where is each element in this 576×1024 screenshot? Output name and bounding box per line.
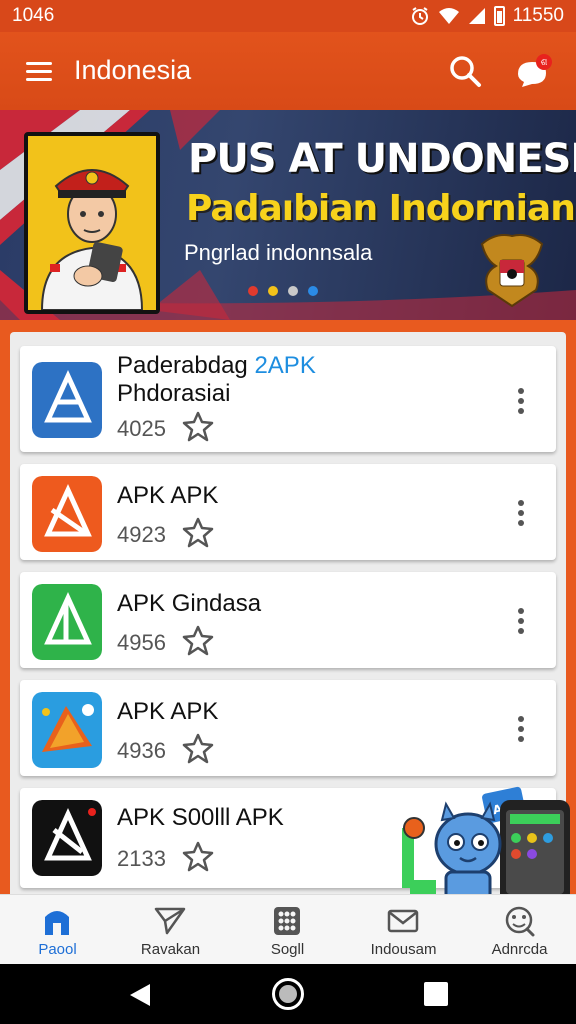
emoji-icon (505, 906, 535, 937)
app-list-item[interactable]: Paderabdag 2APK Phdorasiai 4025 (20, 346, 556, 452)
app-name: APK APK (117, 482, 219, 509)
nav-label: Ravakan (140, 941, 201, 958)
chat-icon[interactable]: ଶ (512, 52, 552, 92)
star-icon[interactable] (182, 840, 214, 872)
app-list-item[interactable]: APK Gindasa 4956 (20, 572, 556, 668)
battery-icon (493, 6, 505, 26)
status-time: 1046 (12, 5, 55, 26)
app-name-accent: 2APK (254, 352, 316, 379)
screen: 1046 11550 Indonesia ଶ PUS AT UNDONESIA … (0, 0, 576, 1024)
star-icon[interactable] (182, 516, 214, 548)
officer-icon (28, 136, 156, 310)
more-options-icon[interactable] (516, 500, 526, 528)
more-options-icon[interactable] (516, 388, 526, 416)
nav-label: Paool (38, 941, 77, 958)
pagination-dot-1[interactable] (248, 286, 258, 296)
star-icon[interactable] (182, 732, 214, 764)
star-icon[interactable] (182, 624, 214, 656)
app-title: Indonesia (74, 55, 192, 85)
more-options-icon[interactable] (516, 608, 526, 636)
pagination-dot-4[interactable] (308, 286, 318, 296)
officer-illustration (24, 132, 160, 314)
banner-pagination[interactable] (248, 286, 318, 296)
nav-label: Sogll (270, 941, 305, 958)
back-icon[interactable] (126, 982, 152, 1008)
banner-caption: Pngrlad indonnsala (184, 240, 373, 265)
app-bar: Indonesia ଶ (0, 32, 576, 110)
app-icon-triangle-blue (32, 362, 102, 438)
app-list-item[interactable]: APK APK 4923 (20, 464, 556, 560)
alarm-icon (411, 7, 428, 25)
nav-item-grid[interactable]: Sogll (230, 895, 345, 965)
recents-icon[interactable] (424, 982, 448, 1006)
app-download-count: 4923 (117, 522, 166, 547)
nav-label: Adnrcda (491, 941, 548, 958)
signal-icon (468, 8, 485, 24)
status-battery-text: 11550 (512, 5, 564, 26)
app-icon-triangle-green (32, 584, 102, 660)
app-name: APK S00lll APK (117, 804, 284, 831)
status-bar: 1046 11550 (0, 0, 576, 32)
garuda-emblem-icon (480, 234, 544, 308)
robot-mascot-illustration: Adltu (402, 786, 570, 904)
pagination-dot-3[interactable] (288, 286, 298, 296)
system-navigation-bar (0, 964, 576, 1024)
grid-icon (274, 907, 300, 935)
nav-item-send[interactable]: Ravakan (113, 895, 228, 965)
banner-title: PUS AT UNDONESIA (188, 136, 576, 182)
search-icon[interactable] (448, 54, 482, 88)
home-icon (45, 911, 69, 935)
app-list-item[interactable]: APK APK 4936 (20, 680, 556, 776)
app-icon-game (32, 692, 102, 768)
pagination-dot-2[interactable] (268, 286, 278, 296)
home-button-icon[interactable] (272, 978, 304, 1010)
app-download-count: 2133 (117, 846, 166, 871)
app-icon-triangle-black (32, 800, 102, 876)
menu-icon[interactable] (26, 62, 52, 82)
app-name: APK Gindasa (117, 590, 262, 617)
more-options-icon[interactable] (516, 716, 526, 744)
app-name-line2: Phdorasiai (117, 380, 231, 407)
status-icons: 11550 (410, 5, 564, 27)
nav-label: Indousam (370, 941, 437, 958)
send-icon (154, 907, 186, 935)
app-name: Paderabdag 2APK (117, 352, 316, 380)
app-name-text: Paderabdag (117, 352, 248, 379)
nav-item-emoji[interactable]: Adnrcda (462, 895, 576, 965)
bottom-navigation: Paool Ravakan Sogll Indousam Adnrcda (0, 894, 576, 964)
chat-badge: ଶ (541, 58, 548, 68)
app-icon-triangle-orange (32, 476, 102, 552)
wifi-icon (438, 8, 459, 24)
app-download-count: 4956 (117, 630, 166, 655)
nav-item-mail[interactable]: Indousam (346, 895, 461, 965)
app-download-count: 4936 (117, 738, 166, 763)
app-download-count: 4025 (117, 416, 166, 441)
banner-subtitle: Padaıbian Indornian (186, 188, 576, 229)
star-icon[interactable] (182, 410, 214, 442)
mail-icon (387, 909, 419, 933)
app-name: APK APK (117, 698, 219, 725)
nav-item-home[interactable]: Paool (0, 895, 115, 965)
